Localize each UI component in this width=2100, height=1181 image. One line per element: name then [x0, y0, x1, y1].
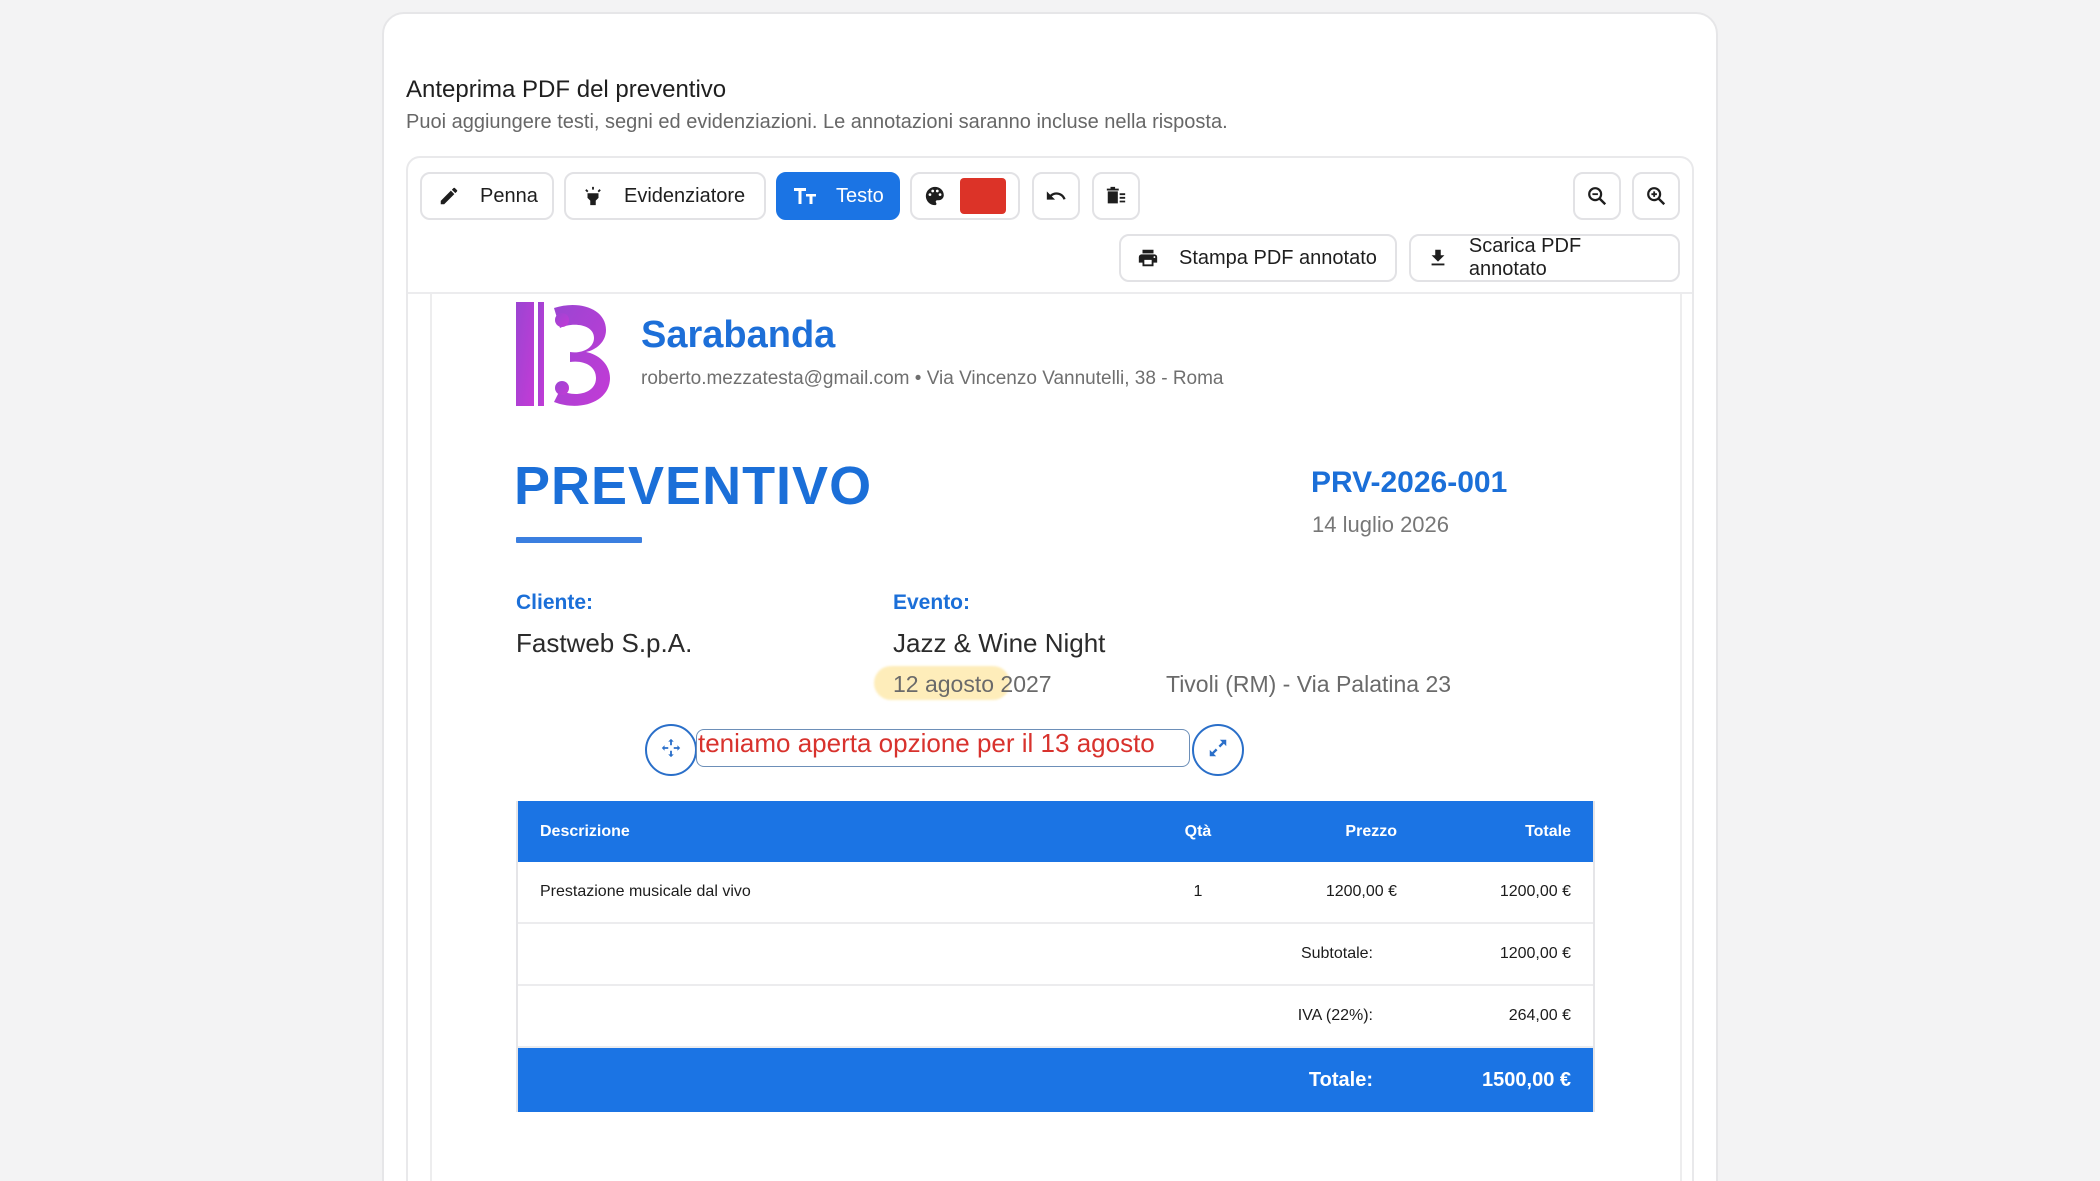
trash-list-icon: [1103, 183, 1129, 209]
pen-tool-label: Penna: [480, 184, 538, 207]
panel-subtitle: Puoi aggiungere testi, segni ed evidenzi…: [406, 111, 1228, 133]
undo-icon: [1043, 183, 1069, 209]
document-type: PREVENTIVO: [514, 456, 873, 516]
text-annotation[interactable]: teniamo aperta opzione per il 13 agosto: [698, 728, 1155, 759]
header-description: Descrizione: [540, 822, 630, 840]
highlighter-tool-button[interactable]: Evidenziatore: [564, 172, 766, 220]
subtotal-row: Subtotale: 1200,00 €: [518, 924, 1593, 986]
quote-items-table: Descrizione Qtà Prezzo Totale Prestazion…: [516, 801, 1595, 1112]
zoom-in-button[interactable]: [1632, 172, 1680, 220]
selected-color-swatch: [960, 178, 1006, 214]
quote-date: 14 luglio 2026: [1312, 512, 1450, 537]
subtotal-label: Subtotale:: [1300, 945, 1373, 962]
header-qty: Qtà: [1184, 822, 1212, 840]
grand-total-row: Totale: 1500,00 €: [518, 1048, 1593, 1112]
row-description: Prestazione musicale dal vivo: [540, 883, 751, 900]
client-label: Cliente:: [516, 591, 594, 614]
vat-label: IVA (22%):: [1297, 1007, 1373, 1024]
header-price: Prezzo: [1345, 822, 1397, 840]
download-icon: [1425, 245, 1451, 271]
text-tool-label: Testo: [836, 184, 884, 207]
download-annotated-pdf-button[interactable]: Scarica PDF annotato: [1409, 234, 1680, 282]
vat-row: IVA (22%): 264,00 €: [518, 986, 1593, 1048]
highlighter-tool-label: Evidenziatore: [624, 184, 746, 207]
brand-name: Sarabanda: [641, 314, 836, 356]
highlighter-icon: [580, 183, 606, 209]
annotation-resize-handle[interactable]: [1192, 724, 1244, 776]
zoom-out-button[interactable]: [1573, 172, 1621, 220]
pencil-icon: [436, 183, 462, 209]
event-label: Evento:: [893, 591, 971, 614]
text-size-icon: [792, 183, 818, 209]
brand-logo: [516, 302, 620, 406]
event-date: 12 agosto 2027: [893, 671, 1052, 697]
vat-value: 264,00 €: [1508, 1007, 1571, 1024]
resize-arrows-icon: [1207, 737, 1229, 764]
clear-annotations-button[interactable]: [1092, 172, 1140, 220]
move-arrows-icon: [660, 737, 682, 764]
pen-tool-button[interactable]: Penna: [420, 172, 554, 220]
print-annotated-pdf-button[interactable]: Stampa PDF annotato: [1119, 234, 1397, 282]
printer-icon: [1135, 245, 1161, 271]
palette-icon: [922, 183, 948, 209]
text-tool-button[interactable]: Testo: [776, 172, 900, 220]
annotation-move-handle[interactable]: [645, 724, 697, 776]
event-name: Jazz & Wine Night: [893, 628, 1106, 658]
zoom-out-icon: [1584, 183, 1610, 209]
row-price: 1200,00 €: [1325, 883, 1397, 900]
panel-title: Anteprima PDF del preventivo: [406, 76, 727, 103]
quote-number: PRV-2026-001: [1311, 466, 1508, 499]
header-total: Totale: [1525, 822, 1571, 840]
color-picker-button[interactable]: [910, 172, 1020, 220]
grand-total-value: 1500,00 €: [1482, 1068, 1571, 1091]
grand-total-label: Totale:: [1308, 1068, 1373, 1091]
zoom-in-icon: [1643, 183, 1669, 209]
subtotal-value: 1200,00 €: [1499, 945, 1571, 962]
brand-contact: roberto.mezzatesta@gmail.com • Via Vince…: [641, 368, 1224, 389]
table-header: Descrizione Qtà Prezzo Totale: [518, 801, 1593, 862]
undo-button[interactable]: [1032, 172, 1080, 220]
event-location: Tivoli (RM) - Via Palatina 23: [1166, 671, 1452, 697]
download-annotated-pdf-label: Scarica PDF annotato: [1468, 235, 1582, 280]
row-total: 1200,00 €: [1499, 883, 1571, 900]
title-underline: [516, 537, 642, 543]
client-name: Fastweb S.p.A.: [516, 628, 693, 658]
print-annotated-pdf-label: Stampa PDF annotato: [1179, 246, 1377, 269]
row-qty: 1: [1193, 883, 1203, 900]
table-row: Prestazione musicale dal vivo 1 1200,00 …: [518, 862, 1593, 924]
